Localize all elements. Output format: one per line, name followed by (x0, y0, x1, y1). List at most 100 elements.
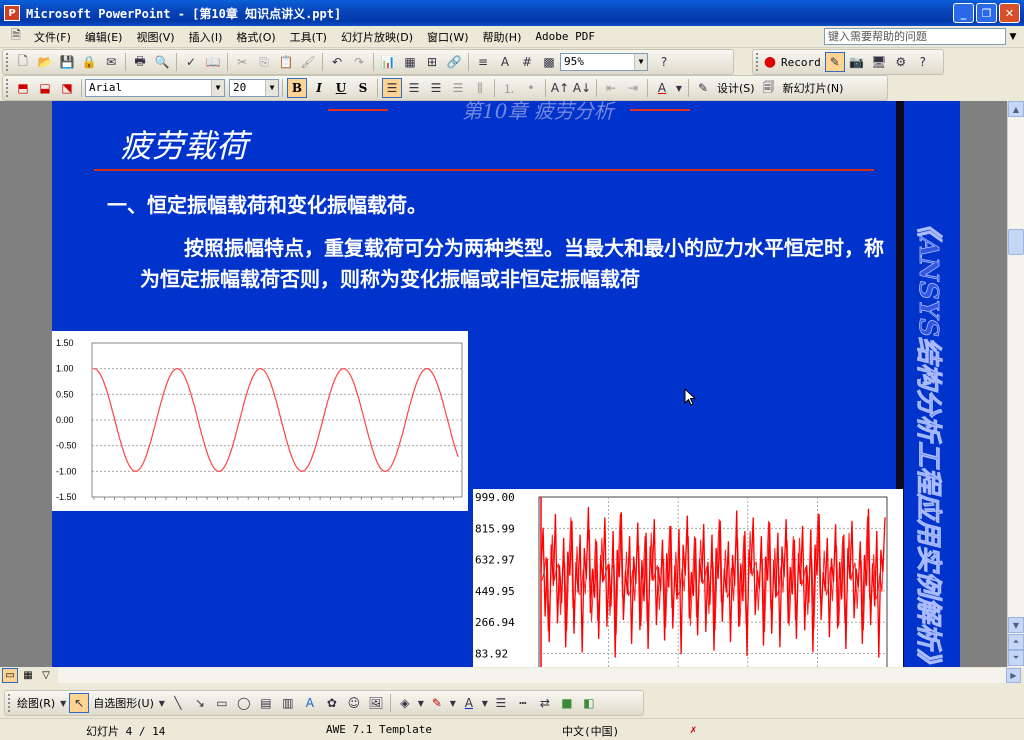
document-icon[interactable]: 🗎 (6, 27, 26, 47)
toolbar-grip[interactable] (756, 53, 759, 71)
print-preview-icon[interactable]: 🔍 (152, 52, 172, 72)
redo-icon[interactable]: ↷ (349, 52, 369, 72)
size-dropdown-icon[interactable]: ▼ (265, 80, 278, 96)
fill-color-icon[interactable]: ◈ (395, 693, 415, 713)
save-icon[interactable]: 💾 (57, 52, 77, 72)
camera-icon[interactable]: 📷 (847, 52, 867, 72)
menu-window[interactable]: 窗口(W) (420, 29, 475, 45)
new-icon[interactable]: 🗋 (13, 52, 33, 72)
copy-icon[interactable]: ⎘ (254, 52, 274, 72)
open-icon[interactable]: 📂 (35, 52, 55, 72)
slide-paragraph[interactable]: 按照振幅特点，重复载荷可分为两种类型。当最大和最小的应力水平恒定时，称为恒定振幅… (140, 233, 890, 295)
slide-title[interactable]: 疲劳载荷 (120, 121, 248, 167)
bold-button[interactable]: B (287, 78, 307, 98)
record-dot-icon[interactable]: ● (763, 52, 777, 72)
format-painter-icon[interactable]: 🖌 (298, 52, 318, 72)
decrease-font-icon[interactable]: A↓ (572, 78, 592, 98)
font-color-draw-dropdown-icon[interactable]: ▼ (481, 693, 489, 713)
horizontal-scrollbar[interactable] (58, 668, 1006, 683)
powerpoint-icon[interactable]: P (4, 5, 20, 21)
constant-amplitude-chart[interactable]: 1.50 1.00 0.50 0.00 -0.50 -1.00 -1.50 (52, 331, 468, 511)
print-icon[interactable]: 🖶 (130, 52, 150, 72)
align-center-icon[interactable]: ☰ (404, 78, 424, 98)
new-slide-button[interactable]: 新幻灯片(N) (780, 80, 847, 96)
wordart-icon[interactable]: A (300, 693, 320, 713)
previous-slide-icon[interactable]: ⏶ (1008, 634, 1024, 650)
insert-chart-icon[interactable]: 📊 (378, 52, 398, 72)
pdf-convert-icon[interactable]: ⬒ (13, 78, 33, 98)
shadow-button[interactable]: S (353, 78, 373, 98)
spelling-status-icon[interactable]: ✗ (690, 723, 697, 736)
restore-button[interactable]: ❐ (976, 3, 997, 23)
underline-button[interactable]: U (331, 78, 351, 98)
draw-dropdown-icon[interactable]: ▼ (59, 693, 67, 713)
diagram-icon[interactable]: ✿ (322, 693, 342, 713)
spelling-icon[interactable]: ✓ (181, 52, 201, 72)
align-left-icon[interactable]: ☰ (382, 78, 402, 98)
record-button[interactable]: Record (778, 56, 824, 69)
slide-heading[interactable]: 一、恒定振幅载荷和变化振幅载荷。 (107, 189, 427, 218)
font-name-select[interactable]: Arial ▼ (85, 79, 225, 97)
menu-adobe-pdf[interactable]: Adobe PDF (528, 30, 602, 43)
menu-edit[interactable]: 编辑(E) (78, 29, 130, 45)
menu-view[interactable]: 视图(V) (129, 29, 181, 45)
paste-icon[interactable]: 📋 (276, 52, 296, 72)
settings-icon[interactable]: ⚙ (891, 52, 911, 72)
slide-header[interactable]: 第10章 疲劳分析 (462, 101, 614, 121)
help-search-input[interactable]: 键入需要帮助的问题 (824, 28, 1006, 45)
font-color-dropdown-icon[interactable]: ▼ (674, 78, 684, 98)
menu-tools[interactable]: 工具(T) (283, 29, 334, 45)
next-slide-icon[interactable]: ⏷ (1008, 650, 1024, 666)
clipart-icon[interactable]: ☺ (344, 693, 364, 713)
pdf-email-icon[interactable]: ⬓ (35, 78, 55, 98)
line-color-icon[interactable]: ✎ (427, 693, 447, 713)
close-button[interactable]: ✕ (999, 3, 1020, 23)
distribute-icon[interactable]: ⫼ (470, 78, 490, 98)
increase-indent-icon[interactable]: ⇥ (623, 78, 643, 98)
line-style-icon[interactable]: ☰ (491, 693, 511, 713)
picture-icon[interactable]: 🖼 (366, 693, 386, 713)
show-formatting-icon[interactable]: A (495, 52, 515, 72)
toolbar-grip[interactable] (6, 53, 9, 71)
font-size-select[interactable]: 20 ▼ (229, 79, 279, 97)
menu-help[interactable]: 帮助(H) (476, 29, 529, 45)
font-color-icon[interactable]: A (652, 78, 672, 98)
arrow-style-icon[interactable]: ⇄ (535, 693, 555, 713)
select-pointer-icon[interactable]: ↖ (69, 693, 90, 713)
slide-sorter-button[interactable]: ▦ (20, 668, 36, 683)
vertical-textbox-icon[interactable]: ▥ (278, 693, 298, 713)
draw-menu-button[interactable]: 绘图(R) (14, 695, 58, 711)
new-slide-icon[interactable]: 🗐 (759, 78, 779, 98)
fill-dropdown-icon[interactable]: ▼ (417, 693, 425, 713)
record-help-icon[interactable]: ? (913, 52, 933, 72)
help-icon[interactable]: ? (654, 52, 674, 72)
undo-icon[interactable]: ↶ (327, 52, 347, 72)
align-right-icon[interactable]: ☰ (426, 78, 446, 98)
rectangle-icon[interactable]: ▭ (212, 693, 232, 713)
toolbar-grip[interactable] (6, 79, 9, 97)
shadow-style-icon[interactable]: ■ (557, 693, 577, 713)
decrease-indent-icon[interactable]: ⇤ (601, 78, 621, 98)
arrow-icon[interactable]: ↘ (190, 693, 210, 713)
bullets-icon[interactable]: • (521, 78, 541, 98)
increase-font-icon[interactable]: A↑ (550, 78, 570, 98)
numbering-icon[interactable]: ⒈ (499, 78, 519, 98)
research-icon[interactable]: 📖 (203, 52, 223, 72)
font-dropdown-icon[interactable]: ▼ (211, 80, 224, 96)
insert-table-icon[interactable]: ▦ (400, 52, 420, 72)
grid-icon[interactable]: # (517, 52, 537, 72)
scroll-right-icon[interactable]: ▶ (1006, 668, 1021, 683)
color-grayscale-icon[interactable]: ▩ (539, 52, 559, 72)
normal-view-button[interactable]: ▭ (2, 668, 18, 683)
line-color-dropdown-icon[interactable]: ▼ (449, 693, 457, 713)
permission-icon[interactable]: 🔒 (79, 52, 99, 72)
hyperlink-icon[interactable]: 🔗 (444, 52, 464, 72)
vertical-scrollbar[interactable]: ▲ ▼ ⏶ ⏷ (1007, 101, 1024, 667)
font-color-draw-icon[interactable]: A (459, 693, 479, 713)
zoom-select[interactable]: 95% ▼ (560, 53, 648, 71)
scroll-thumb[interactable] (1008, 229, 1024, 255)
menu-format[interactable]: 格式(O) (229, 29, 282, 45)
email-icon[interactable]: ✉ (101, 52, 121, 72)
tables-borders-icon[interactable]: ⊞ (422, 52, 442, 72)
menu-insert[interactable]: 插入(I) (182, 29, 230, 45)
